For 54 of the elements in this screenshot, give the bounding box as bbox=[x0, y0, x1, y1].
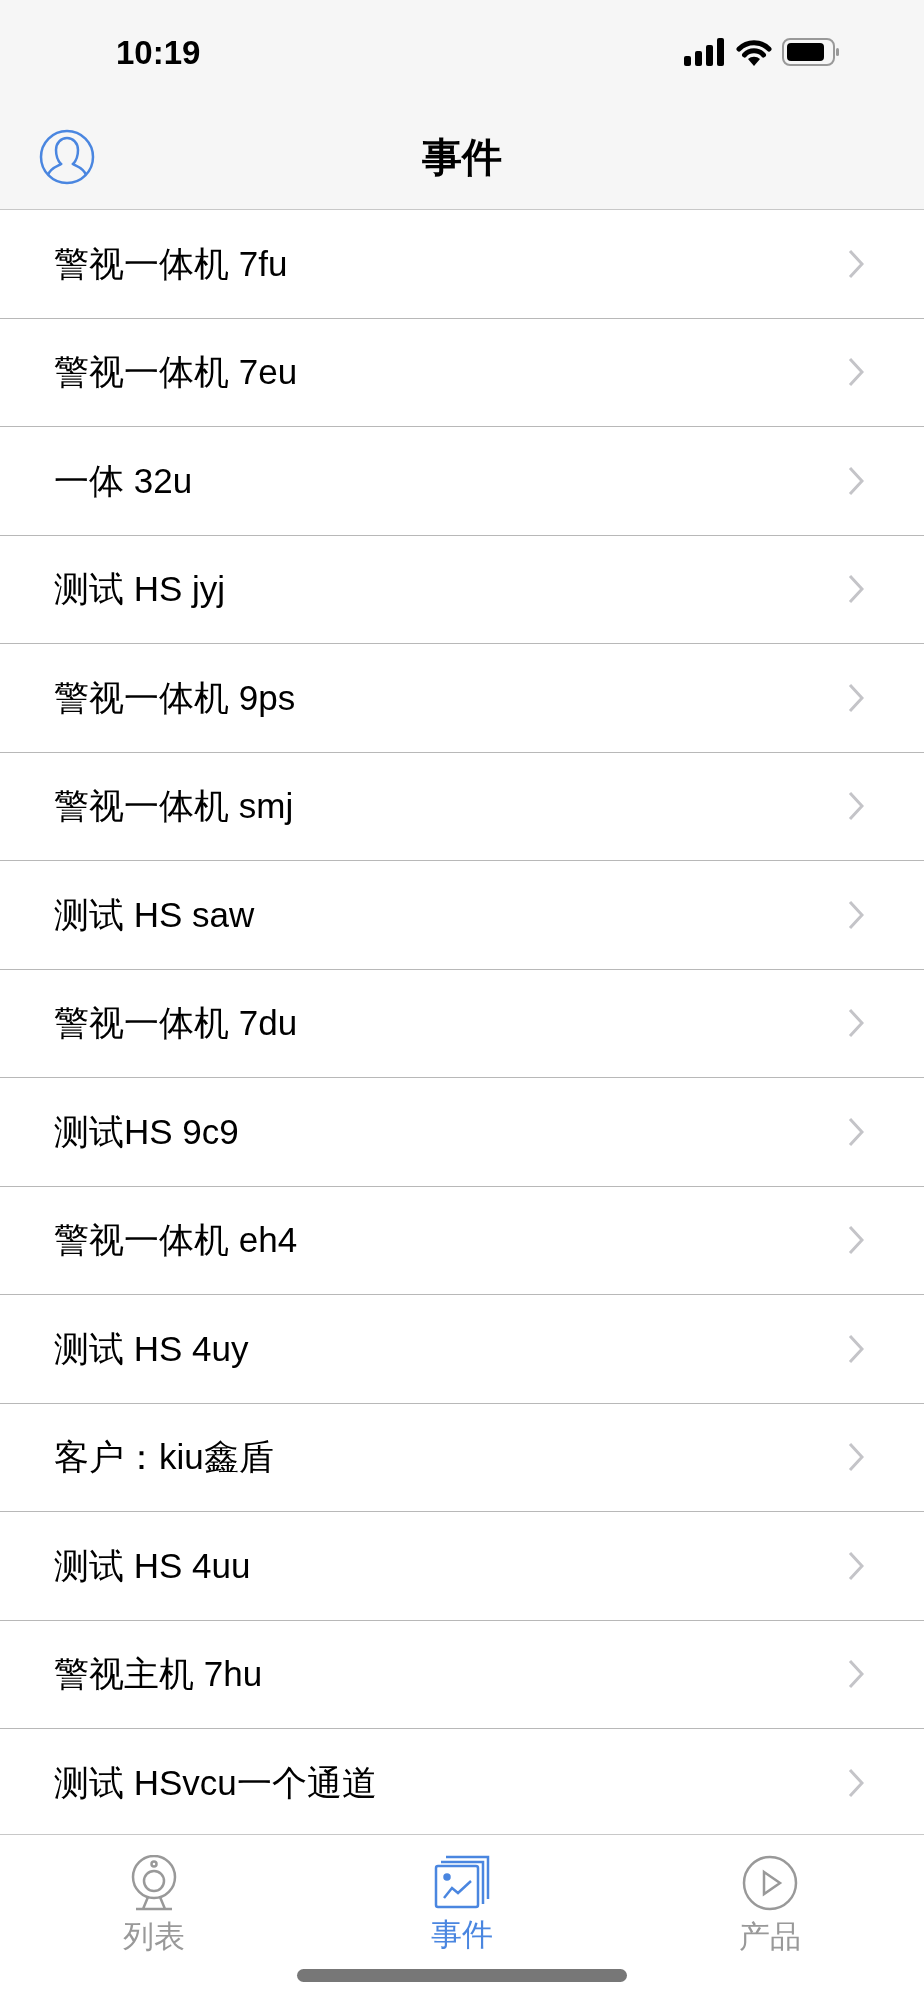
event-row[interactable]: 客户：kiu鑫盾 bbox=[0, 1403, 924, 1512]
event-row[interactable]: 警视一体机 7du bbox=[0, 969, 924, 1078]
event-row[interactable]: 测试 HS 4uu bbox=[0, 1512, 924, 1621]
event-name: 测试 HSvcu一个通道 bbox=[54, 1761, 377, 1804]
chevron-icon bbox=[848, 1659, 864, 1690]
chevron-icon bbox=[848, 357, 864, 388]
signal-icon bbox=[684, 38, 726, 67]
chevron-icon bbox=[848, 1767, 864, 1798]
event-name: 测试 HS 4uu bbox=[54, 1544, 251, 1587]
event-name: 警视一体机 7eu bbox=[54, 351, 298, 393]
screen-title: 事件 bbox=[422, 133, 502, 181]
event-name: 警视一体机 7fu bbox=[54, 242, 288, 285]
event-row[interactable]: 警视主机 7hu bbox=[0, 1620, 924, 1729]
chevron-icon bbox=[848, 248, 864, 279]
chevron-icon bbox=[848, 899, 864, 930]
event-row[interactable]: 警视一体机 7fu bbox=[0, 210, 924, 319]
event-row[interactable]: 一体 32u bbox=[0, 427, 924, 536]
chevron-icon bbox=[848, 1442, 864, 1473]
event-name: 警视一体机 smj bbox=[54, 785, 294, 827]
chevron-icon bbox=[848, 1550, 864, 1581]
webcam-icon bbox=[130, 1855, 178, 1911]
event-name: 测试HS 9c9 bbox=[54, 1110, 239, 1153]
play-icon bbox=[742, 1855, 798, 1911]
profile-icon[interactable] bbox=[39, 128, 95, 185]
event-row[interactable]: 警视一体机 7eu bbox=[0, 318, 924, 427]
event-row[interactable]: 测试 HS saw bbox=[0, 861, 924, 970]
event-name: 警视一体机 9ps bbox=[54, 676, 296, 719]
event-row[interactable]: 测试HS 9c9 bbox=[0, 1078, 924, 1187]
chevron-icon bbox=[848, 791, 864, 822]
event-name: 测试 HS saw bbox=[54, 893, 255, 936]
event-row[interactable]: 警视一体机 smj bbox=[0, 752, 924, 861]
event-name: 测试 HS 4uy bbox=[54, 1327, 249, 1370]
battery-icon bbox=[782, 38, 840, 67]
event-row[interactable]: 警视一体机 eh4 bbox=[0, 1186, 924, 1295]
chevron-icon bbox=[848, 1008, 864, 1039]
event-name: 一体 32u bbox=[54, 459, 193, 502]
event-row[interactable]: 警视一体机 9ps bbox=[0, 644, 924, 753]
status-time: 10:19 bbox=[116, 32, 201, 73]
chevron-icon bbox=[848, 682, 864, 713]
event-row[interactable]: 测试 HS jyj bbox=[0, 535, 924, 644]
event-name: 测试 HS jyj bbox=[54, 568, 226, 610]
event-row[interactable]: 测试 HS 4uy bbox=[0, 1295, 924, 1404]
chevron-icon bbox=[848, 465, 864, 496]
pictures-icon bbox=[434, 1855, 490, 1909]
chevron-icon bbox=[848, 1225, 864, 1256]
wifi-icon bbox=[736, 38, 772, 67]
tab-item[interactable]: 事件 bbox=[308, 1835, 616, 1965]
chevron-icon bbox=[848, 1116, 864, 1147]
event-name: 警视一体机 eh4 bbox=[54, 1219, 298, 1261]
event-name: 警视主机 7hu bbox=[54, 1653, 263, 1695]
chevron-icon bbox=[848, 1333, 864, 1364]
event-name: 警视一体机 7du bbox=[54, 1002, 298, 1044]
event-name: 客户：kiu鑫盾 bbox=[54, 1436, 274, 1478]
chevron-icon bbox=[848, 574, 864, 605]
